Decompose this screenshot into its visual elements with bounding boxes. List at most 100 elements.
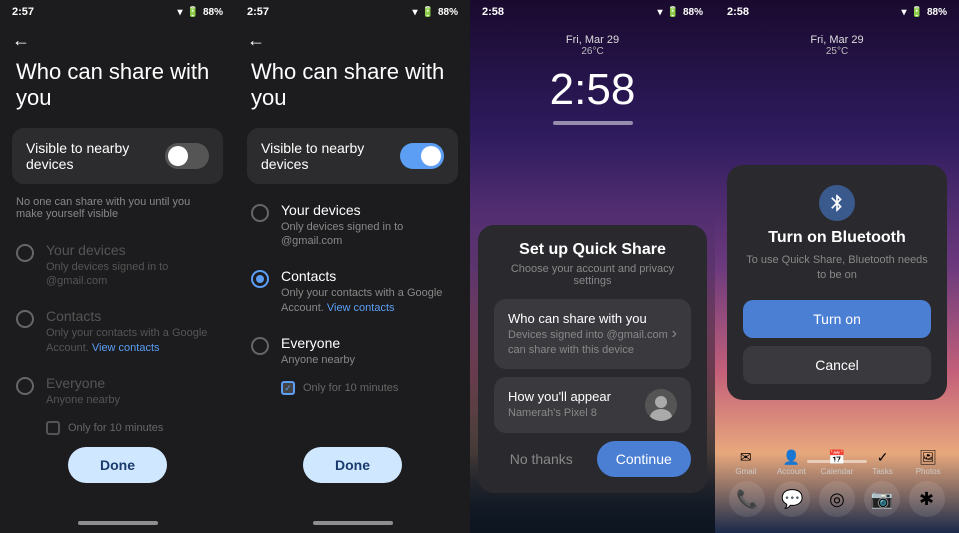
battery-icon-3: 🔋: [667, 7, 679, 18]
battery-icon-1: 🔋: [187, 7, 199, 18]
option-your-devices-1: Your devices Only devices signed in to @…: [0, 232, 235, 299]
qs-card-body-2: Namerah's Pixel 8: [508, 406, 611, 420]
qs-subtitle: Choose your account and privacy settings: [494, 263, 691, 287]
status-icons-4: ▾ 🔋 88%: [902, 7, 948, 18]
lock-screen-3: Fri, Mar 29 26°C 2:58: [470, 22, 715, 115]
share-icon: ✱: [919, 489, 934, 510]
gmail-icon: ✉: [740, 449, 752, 466]
radio-content-everyone-2: Everyone Anyone nearby: [281, 335, 454, 367]
back-button-1[interactable]: ←: [0, 22, 235, 55]
radio-subtitle-contacts-2: Only your contacts with a Google Account…: [281, 286, 454, 315]
qs-card-left-1: Who can share with you Devices signed in…: [508, 311, 672, 357]
checkbox-label-1: Only for 10 minutes: [68, 422, 163, 434]
wifi-icon-4: ▾: [902, 7, 907, 18]
toggle-row-2: Visible to nearby devices: [247, 128, 458, 184]
chrome-icon: ◎: [829, 489, 845, 510]
radio-title-contacts-2: Contacts: [281, 268, 454, 284]
radio-subtitle-everyone-1: Anyone nearby: [46, 393, 219, 407]
radio-subtitle-your-devices-2: Only devices signed in to @gmail.com: [281, 220, 454, 249]
done-button-1[interactable]: Done: [68, 447, 167, 483]
radio-title-1: Your devices: [46, 242, 219, 258]
radio-title-your-devices-2: Your devices: [281, 202, 454, 218]
bluetooth-icon-circle: [819, 185, 855, 221]
battery-icon-2: 🔋: [422, 7, 434, 18]
back-button-2[interactable]: ←: [235, 22, 470, 55]
dock-share[interactable]: ✱: [909, 481, 945, 517]
bottom-bar-3: [553, 121, 633, 125]
taskbar-account[interactable]: 👤 Account: [776, 447, 806, 477]
taskbar-photos[interactable]: 🖼 Photos: [913, 447, 943, 477]
qs-card-body-1: Devices signed into @gmail.com can share…: [508, 328, 672, 357]
email-1: @gmail.com: [46, 275, 107, 287]
bt-dialog-title: Turn on Bluetooth: [743, 229, 931, 247]
wifi-icon-3: ▾: [658, 7, 663, 18]
no-thanks-button[interactable]: No thanks: [494, 441, 589, 477]
qs-button-row: No thanks Continue: [494, 441, 691, 477]
lock-weather-4: 25°C: [826, 46, 848, 57]
radio-title-everyone-1: Everyone: [46, 375, 219, 391]
radio-everyone-2: [251, 337, 269, 355]
camera-icon: 📷: [871, 489, 893, 510]
toggle-label-1: Visible to nearby devices: [26, 140, 165, 172]
radio-content-everyone-1: Everyone Anyone nearby: [46, 375, 219, 407]
photos-icon: 🖼: [919, 449, 937, 466]
bottom-bar-1: [78, 521, 158, 525]
email-2: @gmail.com: [281, 235, 342, 247]
taskbar-gmail[interactable]: ✉ Gmail: [731, 447, 761, 477]
checkbox-10min-2[interactable]: ✓: [281, 381, 295, 395]
status-bar-1: 2:57 ▾ 🔋 88%: [0, 0, 235, 22]
qs-card-left-2: How you'll appear Namerah's Pixel 8: [508, 389, 611, 420]
status-bar-4: 2:58 ▾ 🔋 88%: [715, 0, 959, 22]
option-everyone-2[interactable]: Everyone Anyone nearby: [235, 325, 470, 377]
dock-messages[interactable]: 💬: [774, 481, 810, 517]
messages-icon: 💬: [781, 489, 803, 510]
lock-date-3: Fri, Mar 29: [566, 34, 619, 46]
toggle-row-1: Visible to nearby devices: [12, 128, 223, 184]
lock-weather-3: 26°C: [581, 46, 603, 57]
page-title-1: Who can share withyou: [0, 55, 235, 128]
radio-everyone-1: [16, 377, 34, 395]
dock-camera[interactable]: 📷: [864, 481, 900, 517]
visibility-toggle-1[interactable]: [165, 143, 209, 169]
time-2: 2:57: [247, 6, 269, 18]
panel-who-can-share-toggle-on: 2:57 ▾ 🔋 88% ← Who can share withyou Vis…: [235, 0, 470, 533]
view-contacts-link-1[interactable]: View contacts: [92, 342, 160, 354]
visibility-toggle-2[interactable]: [400, 143, 444, 169]
dock-chrome[interactable]: ◎: [819, 481, 855, 517]
panel-who-can-share-toggle-off: 2:57 ▾ 🔋 88% ← Who can share withyou Vis…: [0, 0, 235, 533]
panel-quick-share-setup: 2:58 ▾ 🔋 88% Fri, Mar 29 26°C 2:58 Set u…: [470, 0, 715, 533]
phone-icon: 📞: [736, 489, 758, 510]
bottom-bar-4: [807, 460, 867, 463]
time-1: 2:57: [12, 6, 34, 18]
radio-subtitle-1: Only devices signed in to @gmail.com: [46, 260, 219, 289]
lock-date-4: Fri, Mar 29: [810, 34, 863, 46]
page-title-2: Who can share withyou: [235, 55, 470, 128]
only-10-min-row-2: ✓ Only for 10 minutes: [235, 377, 470, 399]
done-button-2[interactable]: Done: [303, 447, 402, 483]
avatar-svg: [645, 389, 677, 421]
status-bar-3: 2:58 ▾ 🔋 88%: [470, 0, 715, 22]
radio-subtitle-contacts-1: Only your contacts with a Google Account…: [46, 326, 219, 355]
time-4: 2:58: [727, 6, 749, 18]
wifi-icon-1: ▾: [178, 7, 183, 18]
dock-4: 📞 💬 ◎ 📷 ✱: [715, 475, 959, 523]
qs-card-title-2: How you'll appear: [508, 389, 611, 404]
radio-contacts-2: [251, 270, 269, 288]
battery-pct-2: 88%: [438, 7, 458, 18]
cancel-bluetooth-button[interactable]: Cancel: [743, 346, 931, 384]
checkbox-label-2: Only for 10 minutes: [303, 382, 398, 394]
qs-who-can-share-card[interactable]: Who can share with you Devices signed in…: [494, 299, 691, 369]
dock-phone[interactable]: 📞: [729, 481, 765, 517]
wifi-icon-2: ▾: [413, 7, 418, 18]
qs-appear-card[interactable]: How you'll appear Namerah's Pixel 8: [494, 377, 691, 433]
time-3: 2:58: [482, 6, 504, 18]
continue-button[interactable]: Continue: [597, 441, 692, 477]
bluetooth-dialog: Turn on Bluetooth To use Quick Share, Bl…: [727, 165, 947, 400]
lock-time-3: 2:58: [550, 65, 636, 115]
chevron-right-icon-1: ›: [672, 325, 677, 343]
view-contacts-link-2[interactable]: View contacts: [327, 302, 395, 314]
option-contacts-2[interactable]: Contacts Only your contacts with a Googl…: [235, 258, 470, 325]
taskbar-tasks[interactable]: ✓ Tasks: [868, 447, 898, 477]
option-your-devices-2[interactable]: Your devices Only devices signed in to @…: [235, 192, 470, 259]
turn-on-bluetooth-button[interactable]: Turn on: [743, 300, 931, 338]
